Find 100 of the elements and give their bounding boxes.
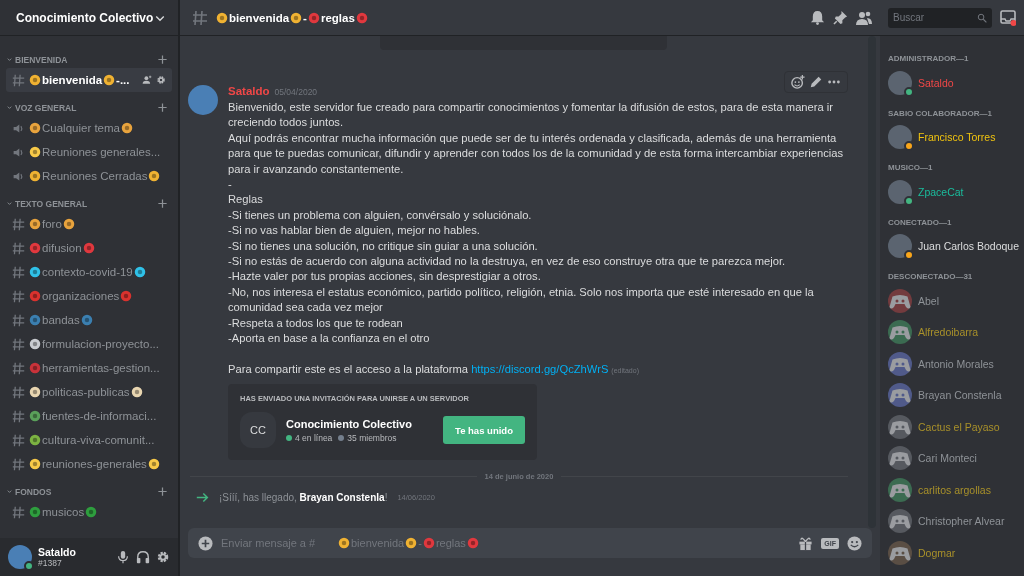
online-dot [286,434,292,441]
member-name: Dogmar [918,546,956,559]
add-channel-icon[interactable] [157,198,168,209]
channel-item[interactable]: politicas-publicas [6,380,172,404]
member-name: Antonio Morales [918,357,994,370]
avatar [188,85,218,115]
add-channel-icon[interactable] [157,54,168,65]
joined-button[interactable]: Te has unido [443,416,525,445]
channel-name: contexto-covid-19 [42,266,133,278]
channel-item[interactable]: formulacion-proyecto... [6,332,172,356]
message-text: - [228,177,233,193]
message-text: Bienvenido, este servidor fue creado para compartir conocimientos y fomentar la difusión de estos, para de esta manera ir creciendo todos juntos. [228,100,835,131]
channel-name: foro [42,218,62,230]
member-item[interactable]: ZpaceCat [888,176,1024,208]
channel-name: formulacion-proyecto... [42,338,159,350]
role-heading: CONECTADO—1 [888,217,953,227]
role-heading: DESCONECTADO—31 [888,272,974,281]
chevron-icon[interactable] [6,488,13,495]
add-reaction-icon[interactable] [791,75,805,89]
member-item[interactable]: Sataldo [888,67,1024,99]
add-channel-icon[interactable] [157,102,168,113]
member-item[interactable]: Brayan Constenla [888,379,1024,411]
channel-item[interactable]: contexto-covid-19 [6,260,172,284]
settings-icon[interactable] [156,75,166,85]
invite-icon[interactable] [142,75,152,85]
channel-name: Reuniones Cerradas [42,170,148,182]
gift-icon[interactable] [798,535,814,551]
role-heading: SABIO COLABORADOR—1 [888,108,993,118]
online-count: 4 en línea [295,432,333,443]
channel-item[interactable]: musicos [6,500,172,524]
author-name[interactable]: Sataldo [228,85,270,97]
hash-icon [12,361,25,375]
member-item[interactable]: Cactus el Payaso [888,411,1024,443]
channel-item[interactable]: Reuniones generales... [6,140,172,164]
member-item[interactable]: Juan Carlos Bodoque [888,230,1024,262]
channel-item[interactable]: fuentes-de-informaci... [6,404,172,428]
chevron-icon[interactable] [6,104,13,111]
message-text: -Si no vas hablar bien de alguien, mejor no hables. [228,223,481,239]
category-label[interactable]: TEXTO GENERAL [15,198,88,209]
member-name: Brayan Constenla [918,389,1002,402]
member-name: Abel [918,294,939,307]
search-field[interactable]: Buscar [888,7,992,28]
channel-item[interactable]: Reuniones Cerradas [6,164,172,188]
channel-name: organizaciones [42,290,120,302]
channel-title: bienvenida [229,11,290,24]
member-item[interactable]: carlitos argollas [888,474,1024,506]
message-text: -Hazte valer por tus propias acciones, sin desprestigiar a otros. [228,269,542,285]
hash-icon [12,337,25,351]
member-item[interactable]: Dogmar [888,537,1024,569]
member-item[interactable]: Abel [888,285,1024,317]
channel-item[interactable]: cultura-viva-comunit... [6,428,172,452]
server-name: Conocimiento Colectivo [16,10,154,25]
placeholder-text: - [418,537,422,549]
emoji-picker-icon[interactable] [847,535,862,551]
channel-item[interactable]: difusion [6,236,172,260]
add-attachment-icon[interactable] [198,535,213,551]
chevron-icon[interactable] [6,56,13,63]
channel-name: bandas [42,314,80,326]
member-name: Francisco Torres [918,131,996,144]
channel-item[interactable]: bienvenida -... [6,68,172,92]
category-label[interactable]: BIENVENIDA [15,54,68,65]
channel-item[interactable]: organizaciones [6,284,172,308]
add-channel-icon[interactable] [157,486,168,497]
headphones-icon[interactable] [136,550,150,564]
member-list-icon[interactable] [856,9,872,26]
microphone-icon[interactable] [116,550,130,564]
invite-link[interactable]: https://discord.gg/QcZhWrS [471,362,609,375]
channel-item[interactable]: foro [6,212,172,236]
avatar [888,234,912,259]
status-dot [904,86,914,97]
status-dot [904,141,914,152]
avatar [8,545,32,569]
pin-icon[interactable] [833,10,848,25]
channel-name: politicas-publicas [42,386,130,398]
message-text: -No, nos interesa el estatus económico, partido político, religión, etnia. Solo nos importa que esté interesado en que la comunidad sea cada vez mejor [228,284,815,316]
pencil-icon[interactable] [809,75,823,89]
member-item[interactable]: Antonio Morales [888,348,1024,380]
status-dot [904,250,914,261]
channel-name: Reuniones generales... [42,146,161,158]
message-text: Para compartir este es el acceso a la plataforma [228,362,470,375]
channel-item[interactable]: bandas [6,308,172,332]
channel-item[interactable]: herramientas-gestion... [6,356,172,380]
hash-icon [12,385,25,399]
member-item[interactable]: Francisco Torres [888,121,1024,153]
scrollbar[interactable] [868,36,876,528]
member-item[interactable]: Alfredoibarra [888,316,1024,348]
chevron-icon[interactable] [6,200,13,207]
category-label[interactable]: VOZ GENERAL [15,102,77,113]
channel-name: cultura-viva-comunit... [42,434,155,446]
inbox-icon[interactable] [1000,9,1016,26]
category-label[interactable]: FONDOS [15,486,52,497]
server-header[interactable]: Conocimiento Colectivo [0,0,178,36]
server-name: Conocimiento Colectivo [286,417,413,430]
member-item[interactable]: Christopher Alvear [888,505,1024,537]
channel-item[interactable]: Cualquier tema [6,116,172,140]
settings-icon[interactable] [156,550,170,564]
channel-item[interactable]: reuniones-generales [6,452,172,476]
bell-icon[interactable] [810,10,825,25]
member-item[interactable]: Cari Monteci [888,442,1024,474]
channel-title: - [303,11,307,24]
